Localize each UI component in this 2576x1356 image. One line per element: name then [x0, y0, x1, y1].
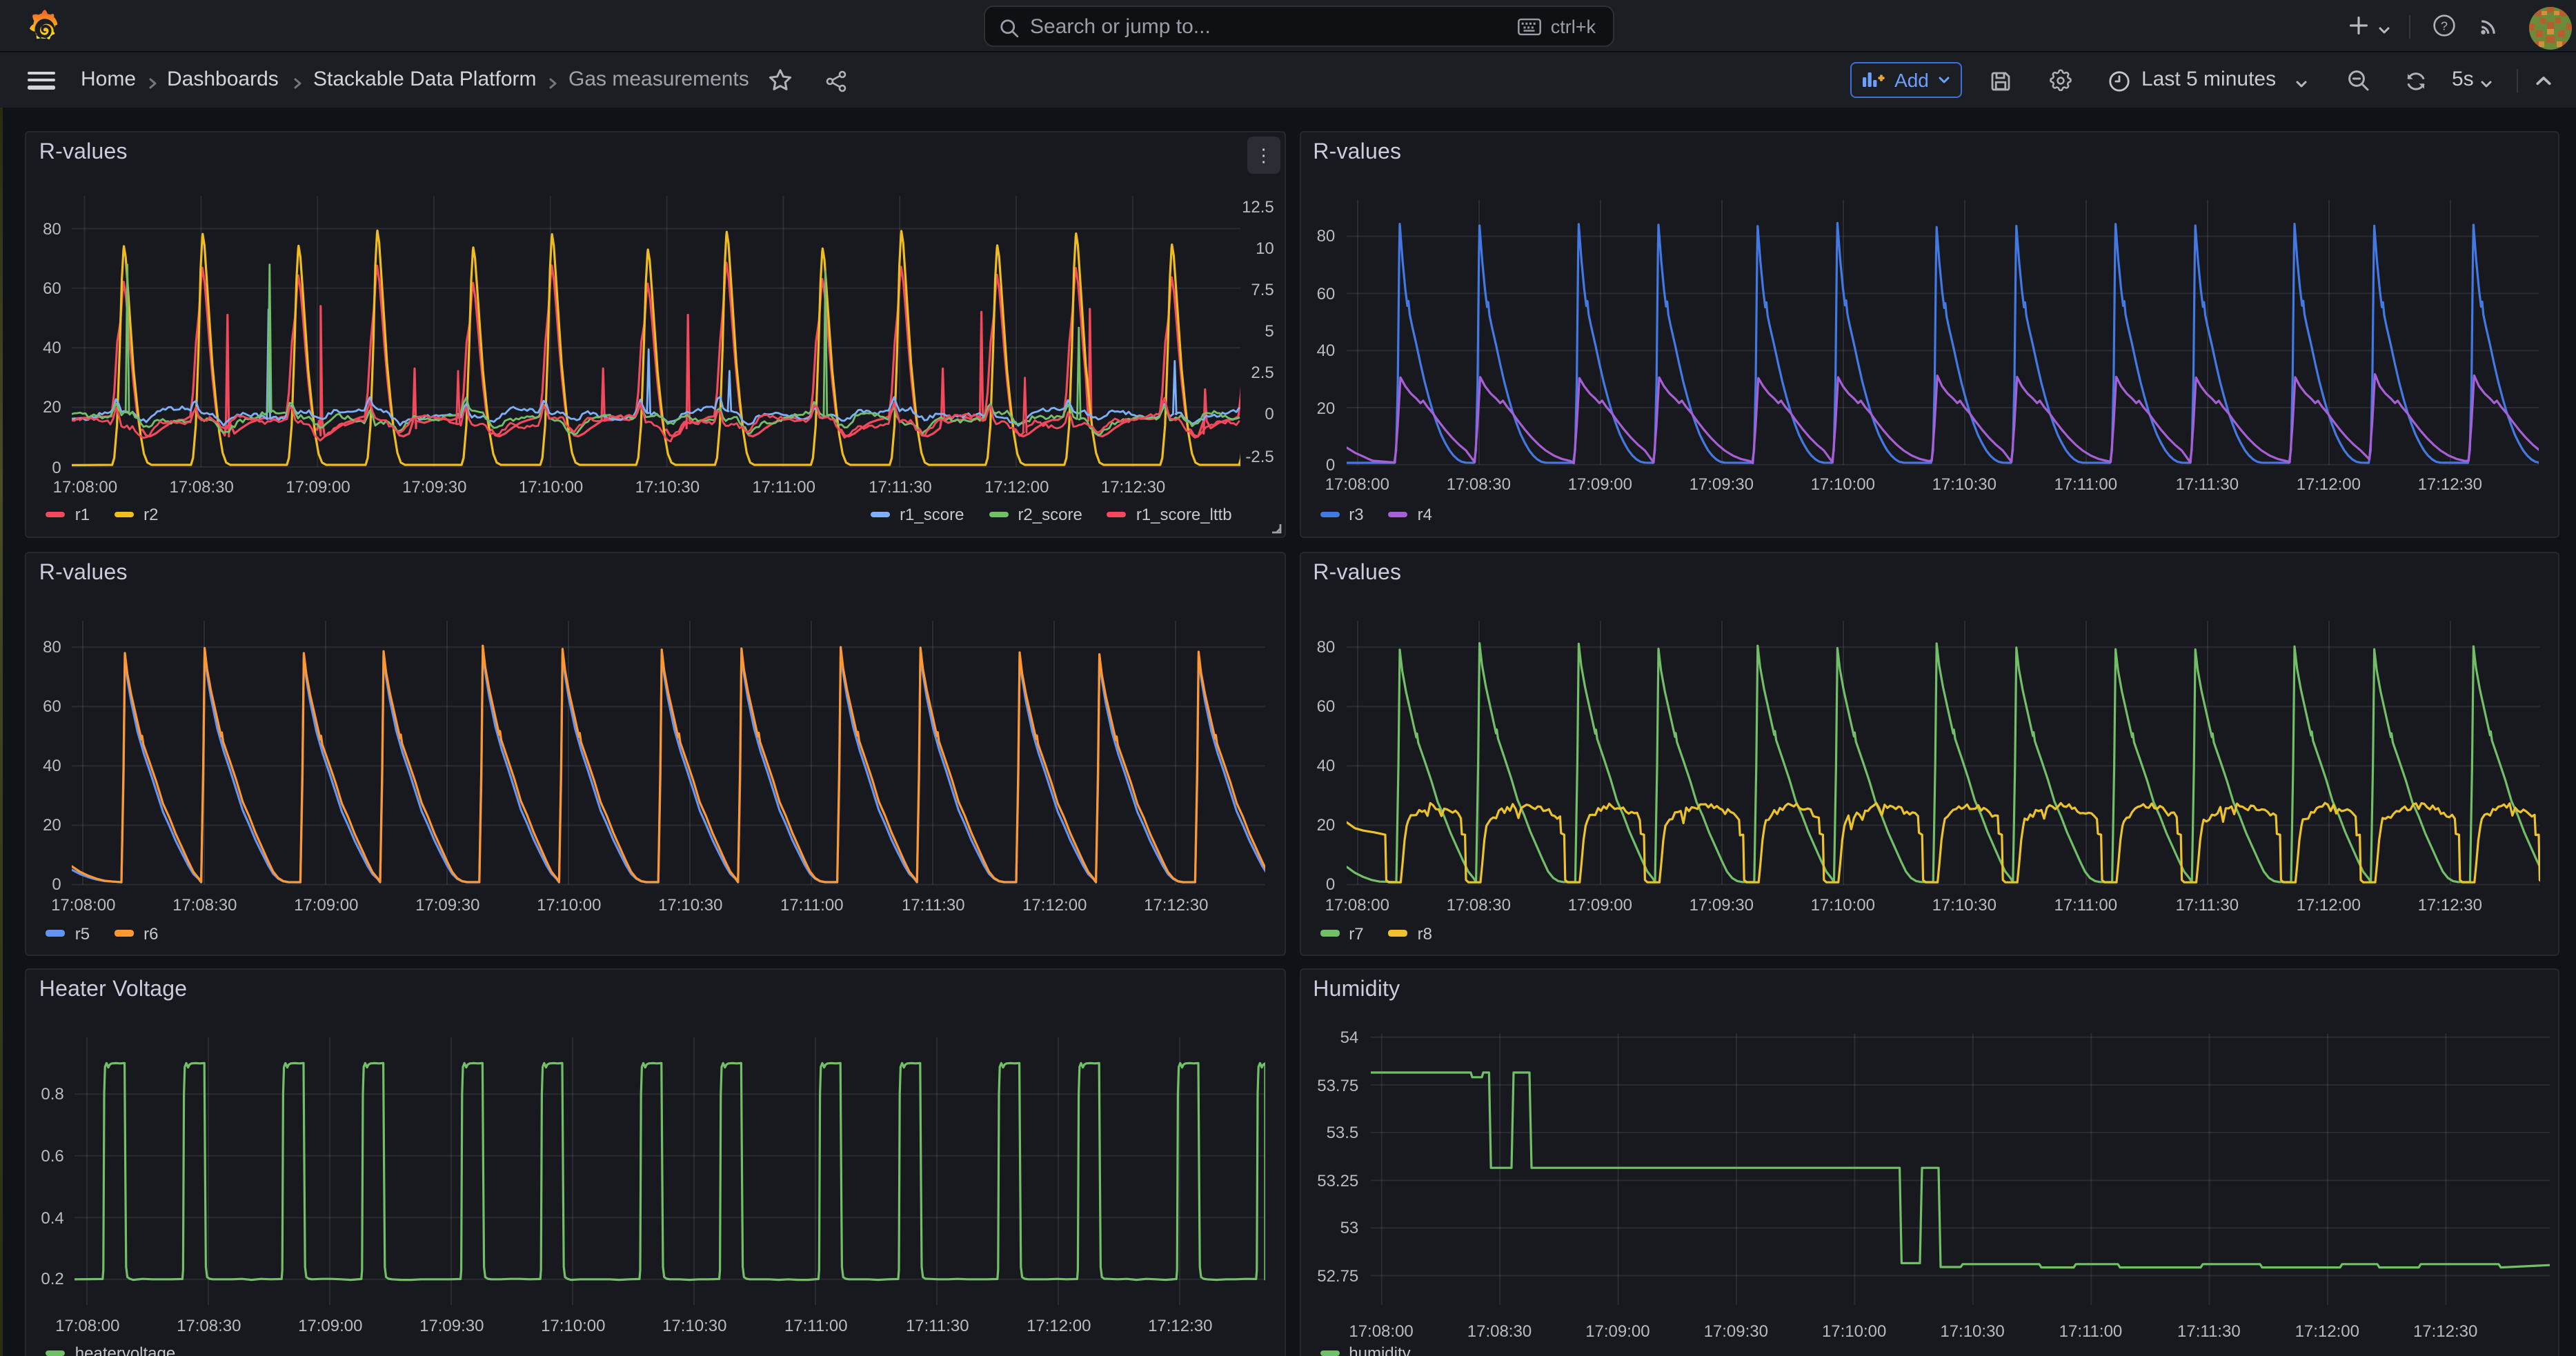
svg-text:?: ?: [2440, 19, 2447, 32]
